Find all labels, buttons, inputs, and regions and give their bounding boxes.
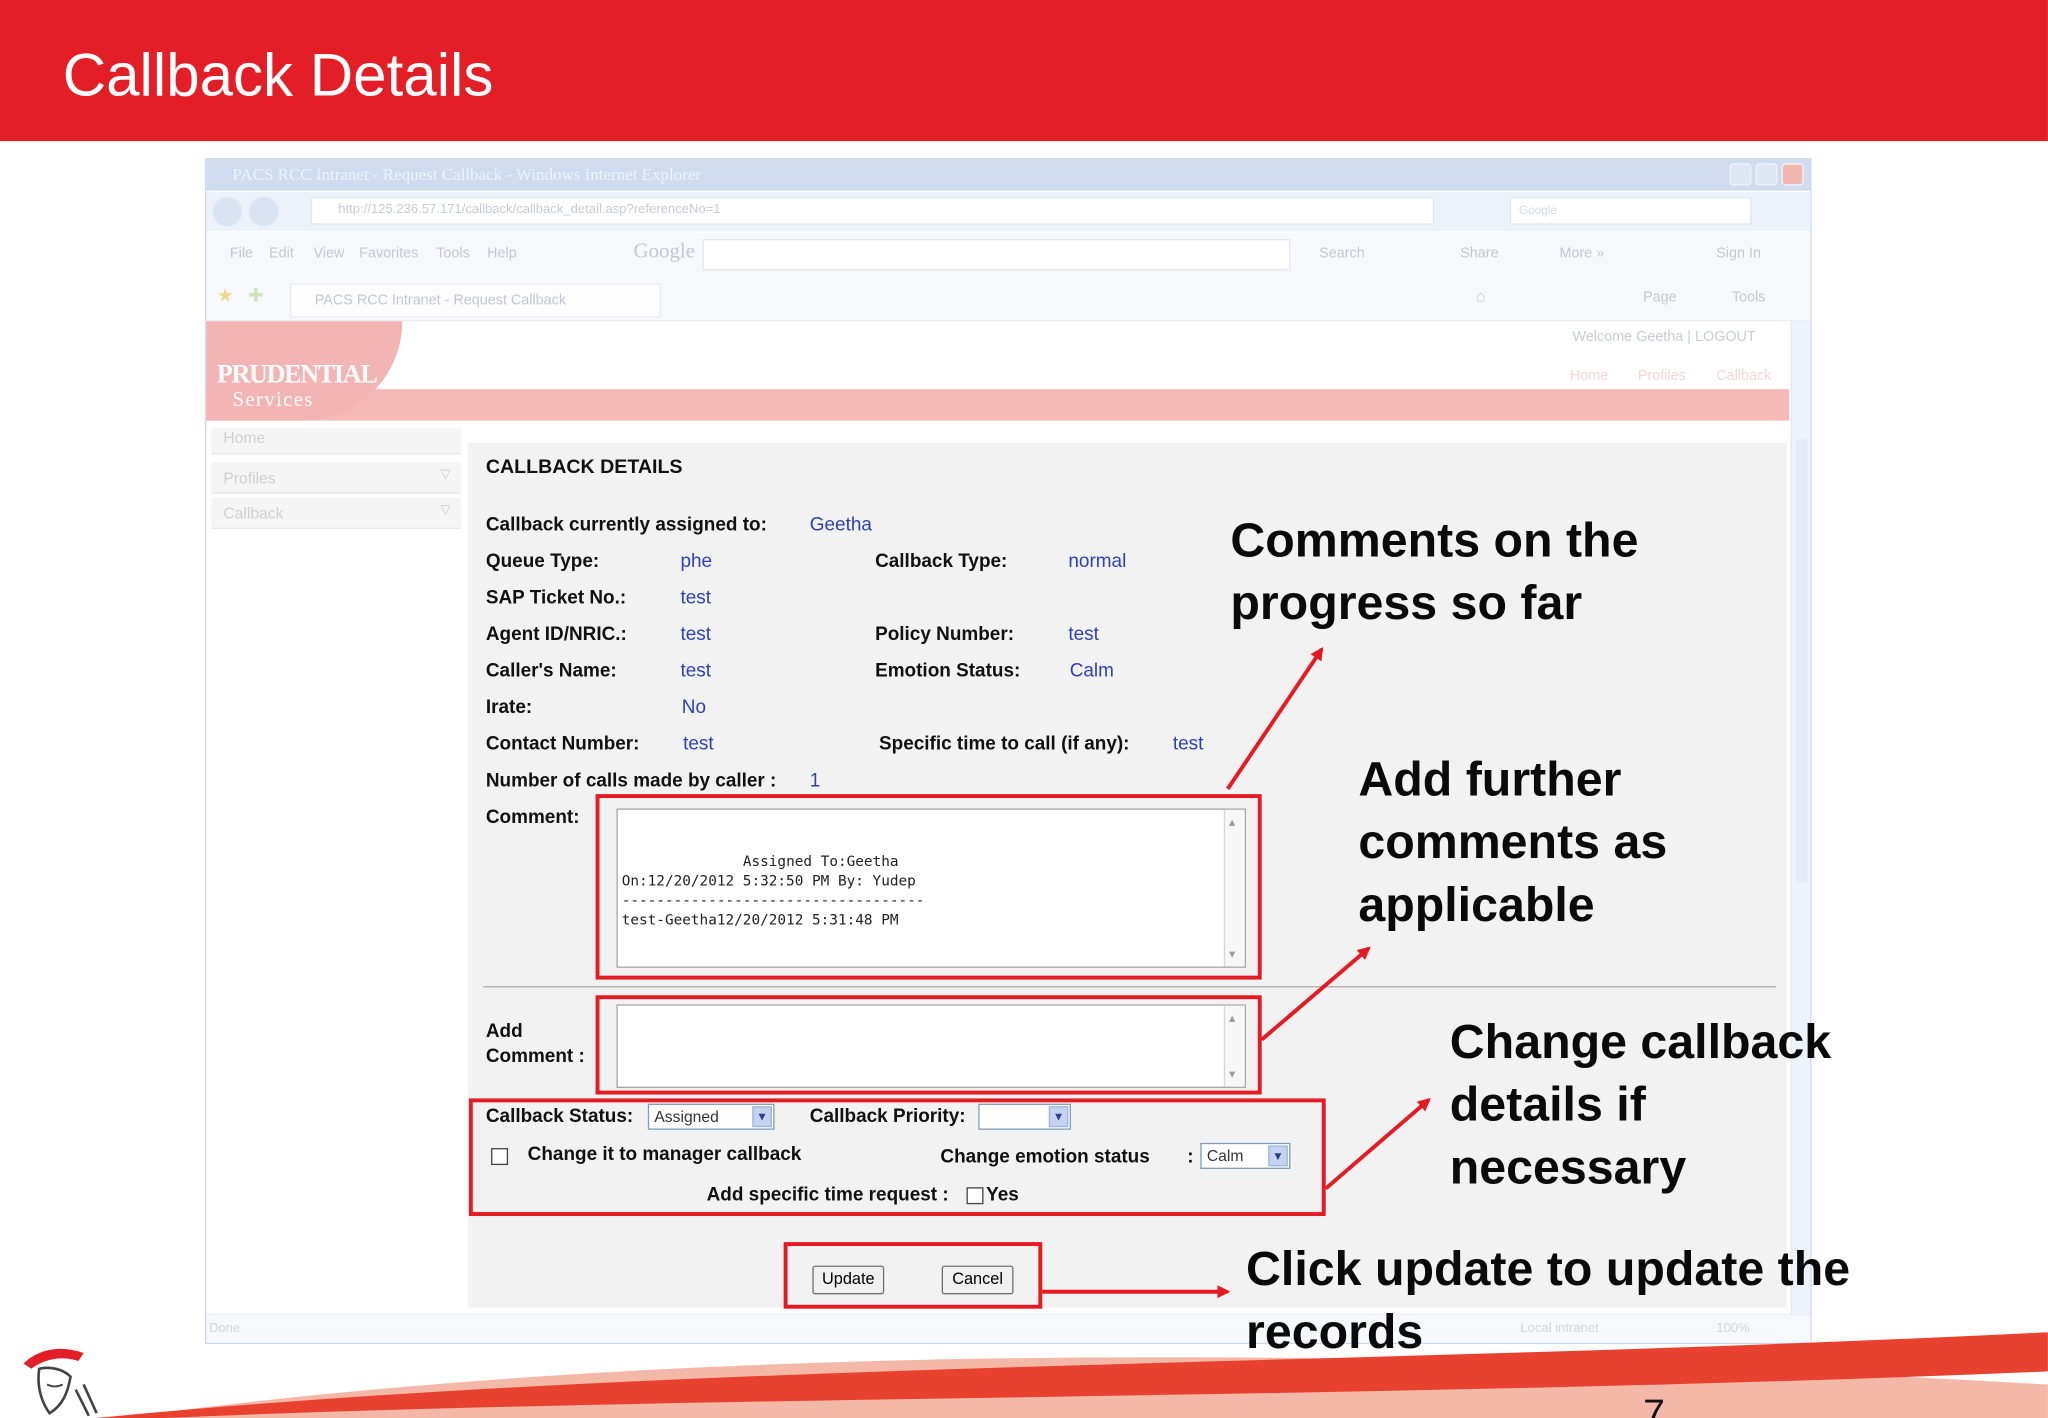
callout-line: Click update to update the [1246,1242,1851,1296]
page-number: 7 [1643,1392,1665,1418]
prudence-logo-icon [23,1348,98,1417]
arrow-comments [1226,646,1324,790]
arrow-add-comment [1260,946,1371,1042]
arrow-details [1324,1098,1431,1191]
callout-line: Comments on the [1230,513,1639,567]
slide: Callback Details PACS RCC Intranet - Req… [0,0,2048,1418]
callout-line: details if [1449,1077,1646,1132]
callout-line: Change callback [1449,1014,1832,1069]
callout-arrows [1042,646,1431,1299]
callout-line: applicable [1358,877,1595,932]
callout-line: comments as [1358,815,1668,869]
callout-change-details: Change callback details if necessary [1450,1011,1831,1199]
callout-line: Add further [1358,752,1622,806]
callout-add-comments: Add further comments as applicable [1358,748,1667,936]
callout-line: necessary [1449,1140,1687,1194]
callout-comments: Comments on the progress so far [1230,509,1638,634]
bottom-swoosh [95,1332,2048,1418]
callout-line: progress so far [1230,575,1583,630]
